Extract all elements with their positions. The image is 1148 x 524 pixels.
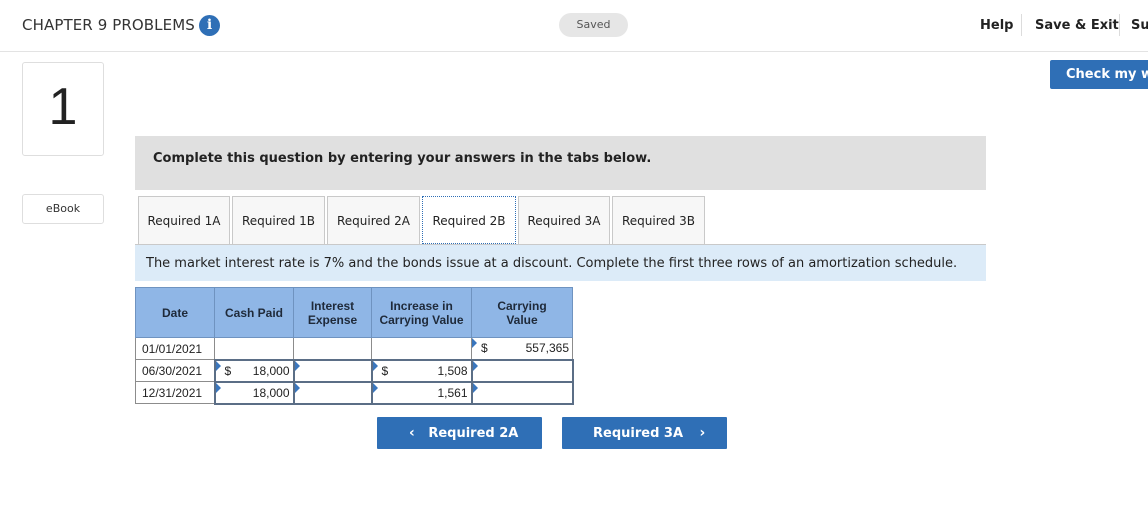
increase-carrying-value-input[interactable]: $ 1,508 bbox=[370, 358, 473, 383]
input-marker-icon bbox=[294, 360, 300, 371]
previous-button-label: Required 2A bbox=[428, 426, 519, 441]
table-row: 06/30/2021 $ 18,000 $ 1,508 bbox=[135, 358, 574, 383]
date-cell: 01/01/2021 bbox=[135, 337, 215, 360]
next-button-label: Required 3A bbox=[593, 426, 684, 441]
cell-value: 1,561 bbox=[437, 385, 468, 400]
question-prompt: The market interest rate is 7% and the b… bbox=[146, 256, 958, 271]
input-marker-icon bbox=[372, 360, 378, 371]
column-header-carrying-value: Carrying Value bbox=[471, 287, 573, 338]
carrying-value-input[interactable] bbox=[470, 380, 574, 405]
chevron-right-icon: › bbox=[699, 425, 706, 441]
column-header-increase-carrying-value: Increase in Carrying Value bbox=[371, 287, 472, 338]
column-header-cash-paid: Cash Paid bbox=[214, 287, 294, 338]
tab-required-3b[interactable]: Required 3B bbox=[612, 196, 705, 244]
cell-value: 18,000 bbox=[252, 385, 290, 400]
tab-required-1b[interactable]: Required 1B bbox=[232, 196, 325, 244]
input-marker-icon bbox=[294, 382, 300, 393]
header-line: Increase in bbox=[390, 298, 453, 313]
cash-paid-cell bbox=[214, 337, 294, 360]
table-row: 01/01/2021 $ 557,365 bbox=[135, 337, 573, 360]
input-marker-icon bbox=[215, 360, 221, 371]
divider bbox=[1119, 14, 1120, 36]
date-cell: 12/31/2021 bbox=[135, 381, 215, 404]
submit-link[interactable]: Su bbox=[1131, 18, 1148, 33]
save-exit-link[interactable]: Save & Exit bbox=[1035, 18, 1119, 33]
input-marker-icon bbox=[472, 360, 478, 371]
amortization-table: Date Cash Paid Interest Expense Increase… bbox=[135, 287, 574, 405]
cell-value: 1,508 bbox=[437, 363, 468, 378]
table-header-row: Date Cash Paid Interest Expense Increase… bbox=[135, 287, 573, 338]
header-line: Carrying Value bbox=[379, 312, 464, 327]
header-line: Interest bbox=[310, 298, 355, 313]
tab-required-3a[interactable]: Required 3A bbox=[518, 196, 610, 244]
top-header: CHAPTER 9 PROBLEMS i Saved Help Save & E… bbox=[0, 0, 1148, 52]
divider bbox=[1021, 14, 1022, 36]
cell-value: 18,000 bbox=[252, 363, 290, 378]
currency-symbol: $ bbox=[381, 363, 389, 378]
tab-required-2a[interactable]: Required 2A bbox=[327, 196, 420, 244]
interest-expense-cell bbox=[293, 337, 372, 360]
currency-symbol: $ bbox=[224, 363, 232, 378]
chapter-title: CHAPTER 9 PROBLEMS bbox=[22, 16, 195, 34]
cell-value: 557,365 bbox=[525, 341, 569, 356]
interest-expense-input[interactable] bbox=[292, 380, 373, 405]
date-cell: 06/30/2021 bbox=[135, 359, 215, 382]
instruction-text: Complete this question by entering your … bbox=[153, 151, 652, 166]
header-line: Value bbox=[506, 312, 538, 327]
header-line: Expense bbox=[307, 312, 358, 327]
instruction-banner: Complete this question by entering your … bbox=[135, 136, 986, 190]
column-header-date: Date bbox=[135, 287, 215, 338]
carrying-value-input[interactable]: $ 557,365 bbox=[471, 337, 573, 360]
saved-status-badge: Saved bbox=[559, 13, 628, 37]
column-header-interest-expense: Interest Expense bbox=[293, 287, 372, 338]
input-marker-icon bbox=[372, 382, 378, 393]
question-number: 1 bbox=[48, 78, 78, 136]
currency-symbol: $ bbox=[481, 341, 488, 356]
cash-paid-input[interactable]: $ 18,000 bbox=[213, 358, 295, 383]
tab-required-2b[interactable]: Required 2B bbox=[422, 196, 516, 244]
increase-carrying-value-input[interactable]: 1,561 bbox=[370, 380, 473, 405]
previous-required-button[interactable]: ‹ Required 2A bbox=[377, 417, 542, 449]
input-marker-icon bbox=[215, 382, 221, 393]
carrying-value-input[interactable] bbox=[470, 358, 574, 383]
cash-paid-input[interactable]: 18,000 bbox=[213, 380, 295, 405]
info-icon[interactable]: i bbox=[199, 15, 220, 36]
interest-expense-input[interactable] bbox=[292, 358, 373, 383]
increase-carrying-value-cell bbox=[371, 337, 472, 360]
chevron-left-icon: ‹ bbox=[409, 425, 415, 441]
check-my-work-button[interactable]: Check my wo bbox=[1050, 60, 1148, 89]
help-link[interactable]: Help bbox=[980, 18, 1013, 33]
ebook-button[interactable]: eBook bbox=[22, 194, 104, 224]
table-row: 12/31/2021 18,000 1,561 bbox=[135, 380, 574, 405]
tab-required-1a[interactable]: Required 1A bbox=[138, 196, 230, 244]
header-line: Carrying bbox=[497, 298, 547, 313]
input-marker-icon bbox=[472, 382, 478, 393]
input-marker-icon bbox=[472, 338, 477, 348]
question-prompt-banner: The market interest rate is 7% and the b… bbox=[135, 245, 986, 281]
question-number-box[interactable]: 1 bbox=[22, 62, 104, 156]
next-required-button[interactable]: Required 3A › bbox=[562, 417, 727, 449]
